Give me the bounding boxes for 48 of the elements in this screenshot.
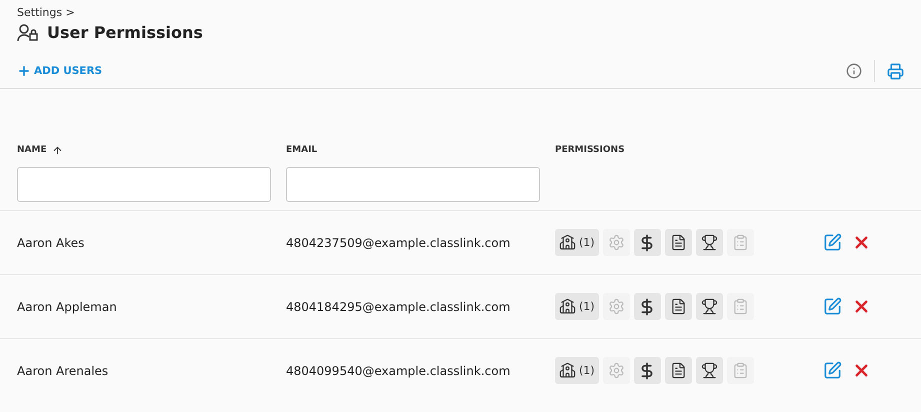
school-icon <box>559 362 576 379</box>
gear-icon <box>608 362 625 379</box>
edit-icon[interactable] <box>823 233 842 252</box>
trophy-icon <box>700 234 718 251</box>
permission-button[interactable] <box>634 293 661 320</box>
document-icon <box>670 234 687 251</box>
name-cell-text: Aaron Arenales <box>17 364 110 378</box>
permission-button[interactable] <box>664 229 692 256</box>
column-header[interactable]: EMAIL <box>286 145 318 155</box>
school-icon <box>559 298 576 315</box>
document-icon <box>670 362 687 379</box>
sort-arrow-icon <box>52 144 63 156</box>
name-cell-text: Aaron Akes <box>17 236 86 250</box>
edit-icon[interactable] <box>823 361 842 380</box>
email-cell-text: 4804237509@example.classlink.com <box>286 236 512 250</box>
school-icon <box>559 234 576 251</box>
breadcrumb[interactable]: Settings > <box>17 6 904 19</box>
permission-button[interactable] <box>634 357 661 384</box>
email-filter-field[interactable] <box>286 167 540 202</box>
permission-button[interactable]: (1) <box>555 229 599 256</box>
page-title: User Permissions <box>47 23 203 42</box>
name-cell-text: Aaron Appleman <box>17 300 118 314</box>
permission-button[interactable] <box>664 357 692 384</box>
print-icon[interactable] <box>887 62 904 80</box>
email-cell-text: 4804099540@example.classlink.com <box>286 364 512 378</box>
name-filter-field[interactable] <box>17 167 271 202</box>
column-header[interactable]: NAME <box>17 145 47 155</box>
clipboard-icon <box>732 298 749 315</box>
user-lock-icon <box>17 24 39 42</box>
permission-button[interactable] <box>696 293 723 320</box>
clipboard-icon <box>732 234 749 251</box>
permission-button[interactable] <box>696 357 723 384</box>
gear-icon <box>608 298 625 315</box>
permission-button[interactable]: (1) <box>555 357 599 384</box>
edit-icon[interactable] <box>823 297 842 316</box>
email-cell-text: 4804184295@example.classlink.com <box>286 300 512 314</box>
column-header[interactable]: PERMISSIONS <box>555 145 625 155</box>
permission-button[interactable]: (1) <box>555 293 599 320</box>
info-icon[interactable] <box>846 63 862 79</box>
permission-button[interactable] <box>634 229 661 256</box>
plus-icon <box>17 64 31 78</box>
trophy-icon <box>700 298 718 315</box>
gear-icon <box>608 234 625 251</box>
document-icon <box>670 298 687 315</box>
trophy-icon <box>700 362 718 379</box>
permission-button[interactable] <box>664 293 692 320</box>
permission-button[interactable] <box>696 229 723 256</box>
clipboard-icon <box>732 362 749 379</box>
